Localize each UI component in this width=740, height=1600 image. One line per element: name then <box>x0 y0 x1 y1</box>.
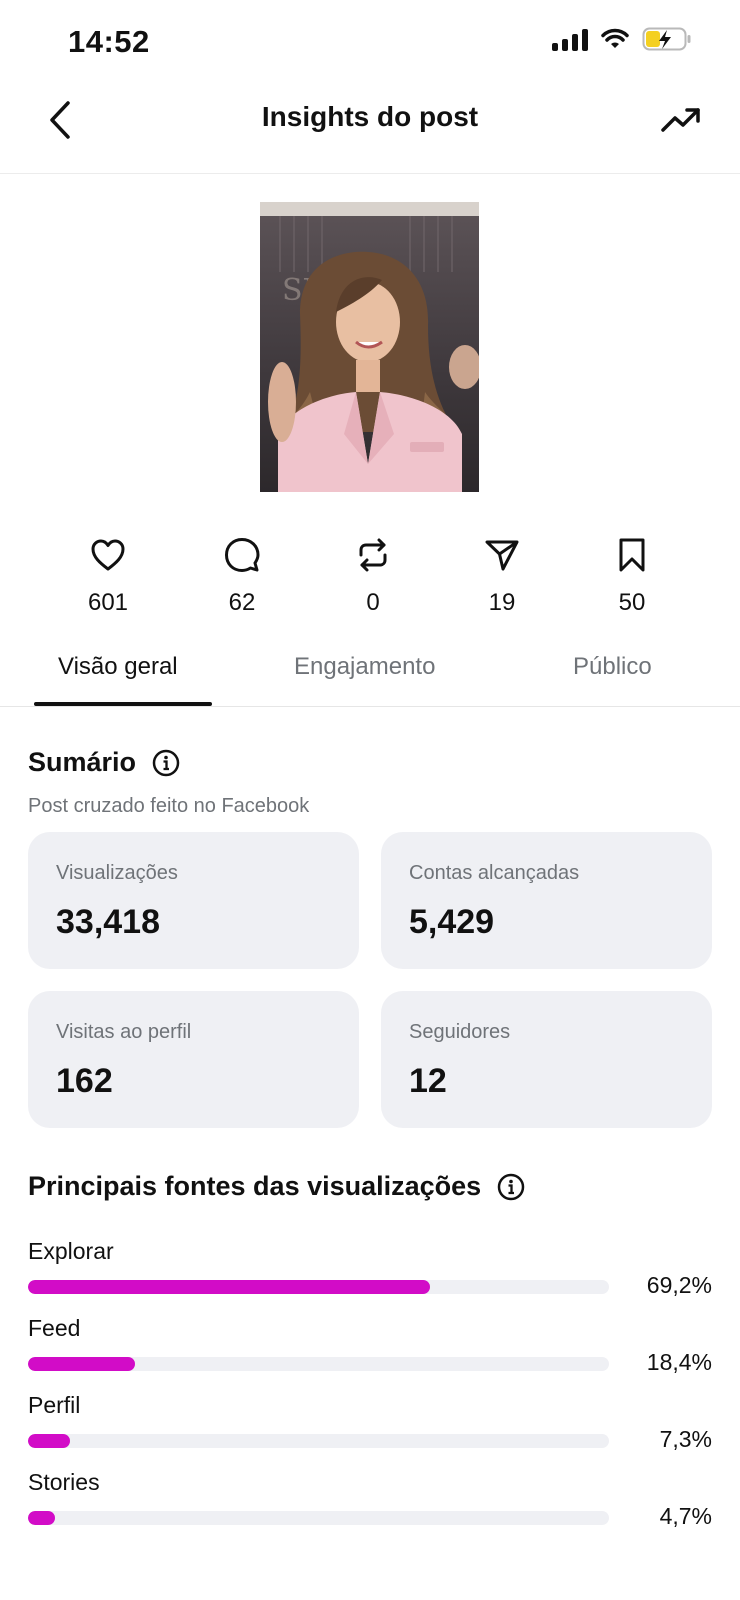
bookmark-icon <box>619 538 645 572</box>
saves-count: 50 <box>618 589 646 616</box>
profile-visits-label: Visitas ao perfil <box>56 1021 192 1043</box>
likes-count: 601 <box>87 589 129 616</box>
accounts-reached-card[interactable]: Contas alcançadas 5,429 <box>381 832 712 969</box>
trending-up-icon <box>661 108 700 132</box>
trending-button[interactable] <box>658 98 704 142</box>
saves-metric: 50 <box>582 535 682 617</box>
source-percent: 4,7% <box>659 1503 712 1529</box>
info-icon[interactable] <box>497 1173 525 1201</box>
comments-metric: 62 <box>192 535 292 617</box>
view-sources-heading: Principais fontes das visualizações <box>28 1171 525 1202</box>
active-tab-indicator <box>34 702 212 706</box>
source-bar-track <box>28 1434 609 1448</box>
shares-count: 19 <box>488 589 516 616</box>
source-label: Explorar <box>28 1238 114 1264</box>
info-icon[interactable] <box>152 749 180 777</box>
reposts-count: 0 <box>366 589 380 616</box>
views-card[interactable]: Visualizações 33,418 <box>28 832 359 969</box>
cellular-signal-icon <box>552 27 588 51</box>
status-icons <box>552 26 692 52</box>
source-label: Stories <box>28 1469 100 1495</box>
source-row-stories: Stories 4,7% <box>28 1469 712 1539</box>
post-photo: SM <box>260 202 479 492</box>
share-icon <box>485 540 519 571</box>
source-label: Feed <box>28 1315 81 1341</box>
page-title: Insights do post <box>261 101 479 132</box>
source-row-explorar: Explorar 69,2% <box>28 1238 712 1308</box>
view-sources-title: Principais fontes das visualizações <box>28 1171 482 1201</box>
source-label: Perfil <box>28 1392 81 1418</box>
source-bar-fill <box>28 1357 135 1371</box>
status-time: 14:52 <box>68 24 150 59</box>
source-bar-track <box>28 1357 609 1371</box>
shares-metric: 19 <box>452 535 552 617</box>
followers-value: 12 <box>409 1062 447 1100</box>
comments-count: 62 <box>228 589 256 616</box>
source-percent: 69,2% <box>646 1272 712 1298</box>
profile-visits-value: 162 <box>56 1062 113 1100</box>
post-thumbnail[interactable]: SM <box>260 202 479 492</box>
accounts-reached-label: Contas alcançadas <box>409 862 580 884</box>
reposts-metric: 0 <box>323 535 423 617</box>
likes-metric: 601 <box>58 535 158 617</box>
insights-tabs: Visão geral Engajamento Público <box>0 635 740 707</box>
tab-engagement[interactable]: Engajamento <box>294 653 435 681</box>
battery-charging-icon <box>642 27 691 51</box>
profile-visits-card[interactable]: Visitas ao perfil 162 <box>28 991 359 1128</box>
source-bar-track <box>28 1511 609 1525</box>
source-bar-fill <box>28 1280 431 1294</box>
comment-icon <box>225 538 260 572</box>
views-label: Visualizações <box>56 862 178 884</box>
tab-audience[interactable]: Público <box>573 653 652 681</box>
status-bar: 14:52 <box>0 0 740 84</box>
source-row-perfil: Perfil 7,3% <box>28 1392 712 1462</box>
wifi-icon <box>601 28 629 48</box>
source-percent: 18,4% <box>646 1349 712 1375</box>
followers-label: Seguidores <box>409 1021 511 1043</box>
summary-title: Sumário <box>28 747 137 777</box>
source-bar-track <box>28 1280 609 1294</box>
header: Insights do post <box>0 84 740 174</box>
tab-overview[interactable]: Visão geral <box>58 653 178 681</box>
accounts-reached-value: 5,429 <box>409 903 495 941</box>
repost-icon <box>359 538 387 572</box>
source-percent: 7,3% <box>659 1426 712 1452</box>
views-value: 33,418 <box>56 903 160 941</box>
summary-heading: Sumário <box>28 747 180 778</box>
source-bar-fill <box>28 1434 71 1448</box>
followers-card[interactable]: Seguidores 12 <box>381 991 712 1128</box>
source-bar-fill <box>28 1511 56 1525</box>
heart-icon <box>91 539 125 571</box>
summary-subtitle: Post cruzado feito no Facebook <box>28 795 310 817</box>
source-row-feed: Feed 18,4% <box>28 1315 712 1385</box>
